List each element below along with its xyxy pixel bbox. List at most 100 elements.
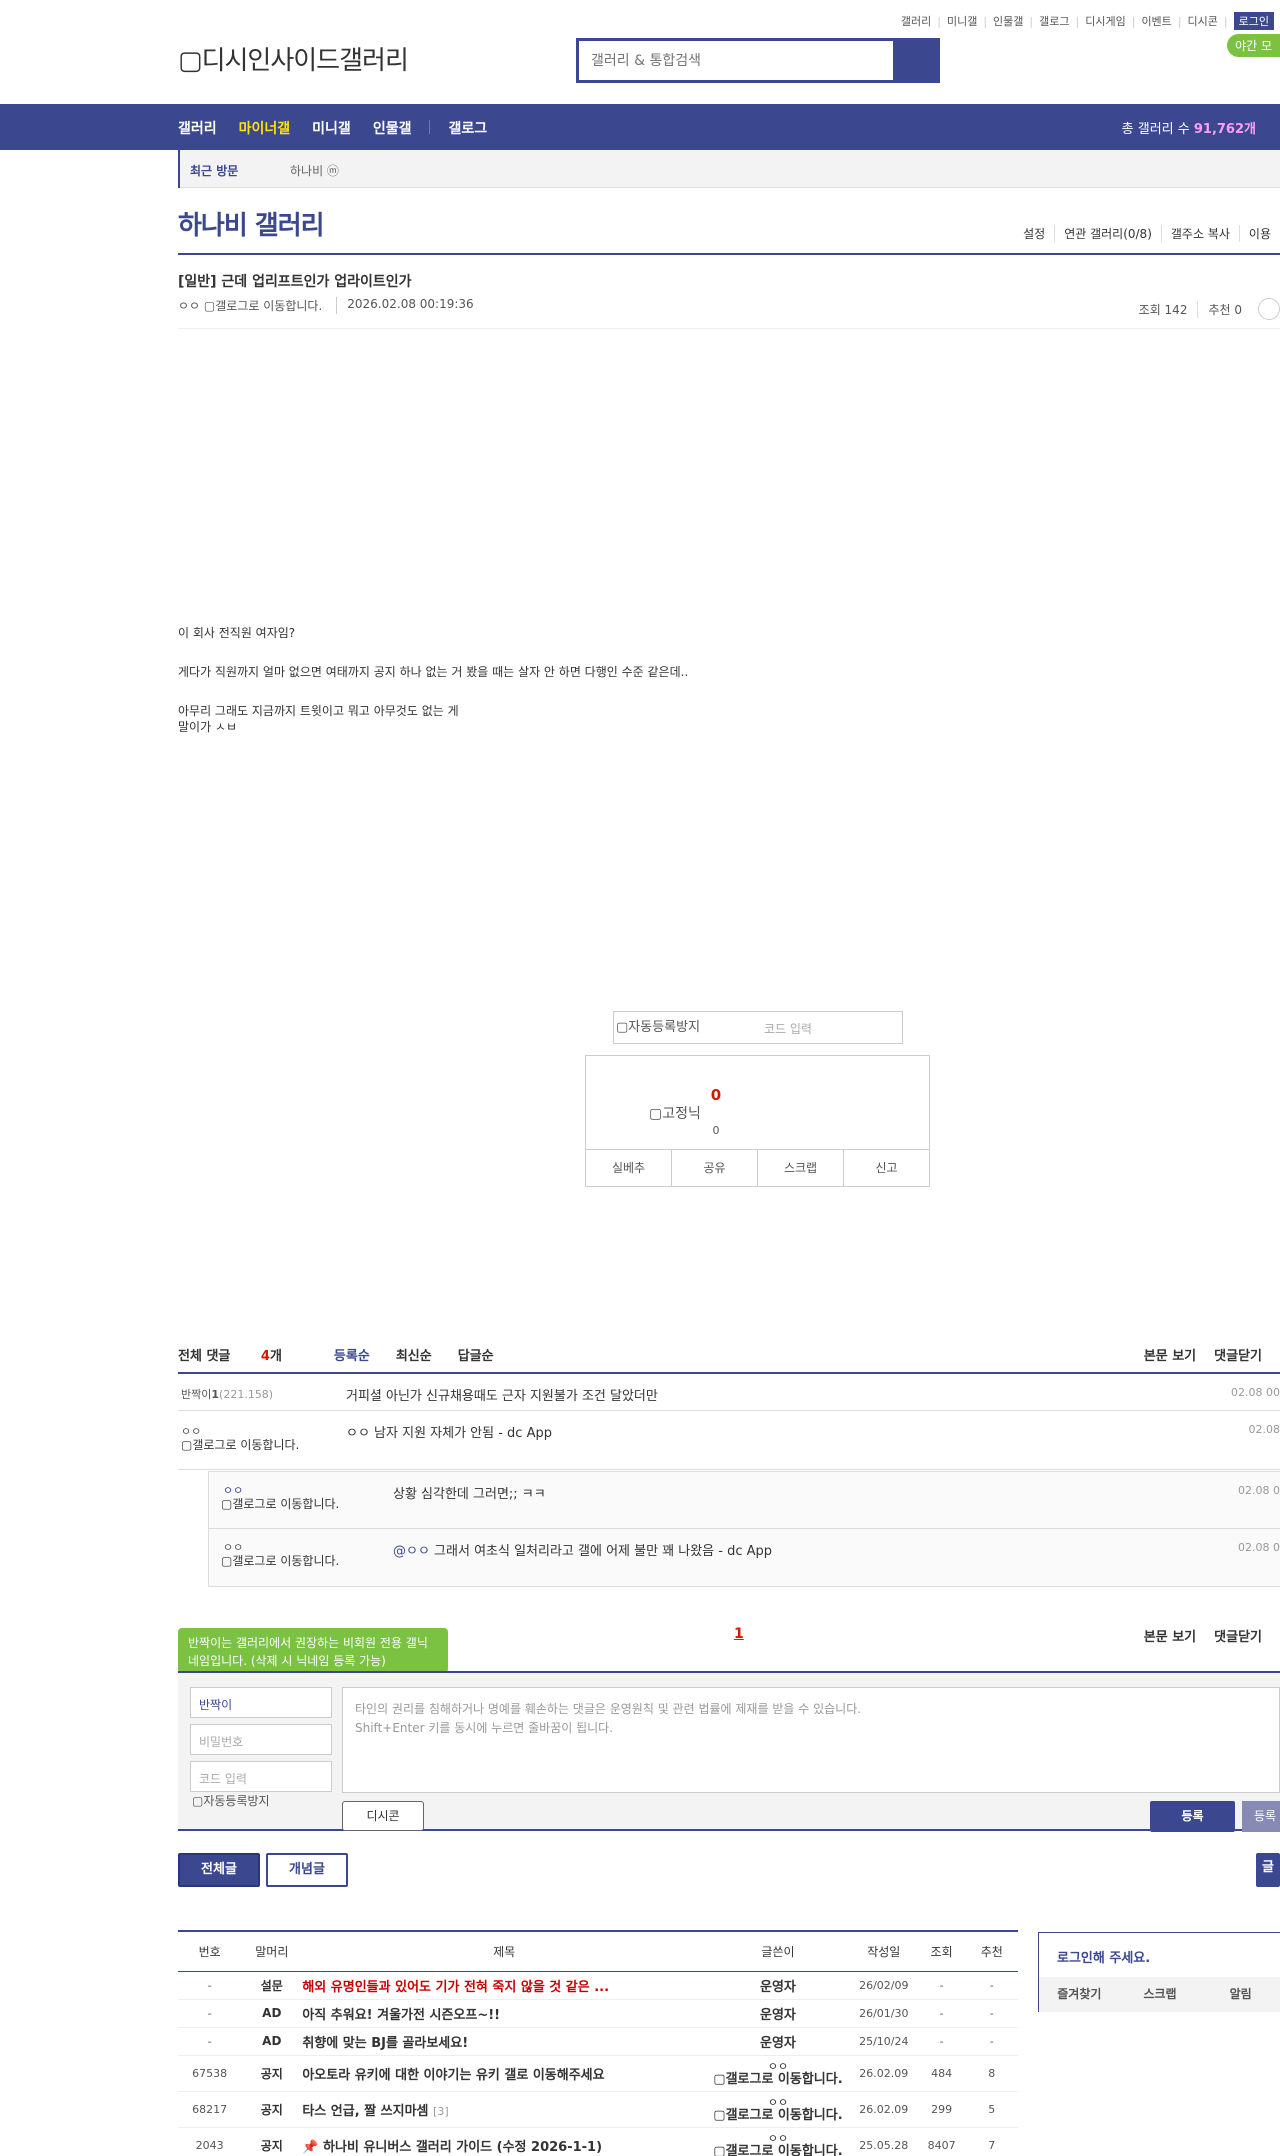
recent-visits: 최근 방문 하나비 ⓜ: [178, 150, 1280, 188]
comment-total: 전체 댓글 4개: [178, 1349, 282, 1364]
post-link[interactable]: 해외 유명인들과 있어도 기가 전혀 죽지 않을 것 같은 ...: [302, 1971, 706, 2000]
close-comments-button[interactable]: 댓글닫기: [1214, 1626, 1262, 1645]
captcha-input[interactable]: 코드 입력: [764, 1020, 812, 1037]
table-row[interactable]: 68217 공지 타스 언급, 짤 쓰지마셈 [3] ㅇㅇ ▢갤로그로 이동합니다.…: [178, 2091, 1018, 2128]
post-link[interactable]: 📌 하나비 유니버스 갤러리 가이드 (수정 2026-1-1): [302, 2127, 706, 2156]
post-info: ㅇㅇ ▢갤로그로 이동합니다. 2026.02.08 00:19:36: [178, 297, 474, 314]
post-link[interactable]: 취향에 맞는 BJ를 골라보세요!: [302, 2027, 706, 2056]
register-with-button[interactable]: 등록: [1242, 1801, 1280, 1832]
post-recommend: 추천 0: [1197, 300, 1252, 318]
view-post-button[interactable]: 본문 보기: [1144, 1626, 1196, 1645]
search-bar: [576, 38, 940, 83]
col-title: 제목: [302, 1930, 706, 1972]
comment-page-1[interactable]: 1: [734, 1626, 744, 1642]
site-logo[interactable]: ▢디시인사이드갤러리: [178, 40, 409, 77]
copy-address[interactable]: 갤주소 복사: [1160, 225, 1239, 242]
util-link-gallery[interactable]: 갤러리: [901, 13, 931, 29]
reply-text: @ㅇㅇ 그래서 여초식 일처리라고 갤에 어제 불만 꽤 나왔음 - dc Ap…: [393, 1544, 773, 1559]
scrap-button[interactable]: 스크랩: [757, 1149, 843, 1187]
reply-row: ㅇㅇ ▢갤로그로 이동합니다. 상황 심각한데 그러면;; ㅋㅋ 02.08 0: [208, 1471, 1280, 1529]
post-body-line: 이 회사 전직원 여자임?: [178, 626, 296, 640]
utility-nav: 갤러리 | 미니갤 | 인물갤 | 갤로그 | 디시게임 | 이벤트 | 디시콘 | 로그인: [901, 12, 1274, 30]
search-input[interactable]: [579, 41, 893, 80]
real-best-button[interactable]: 실베추: [585, 1149, 671, 1187]
login-prompt[interactable]: 로그인해 주세요.: [1057, 1947, 1150, 1966]
gallery-title[interactable]: 하나비 갤러리: [178, 205, 325, 242]
post-title: [일반] 근데 업리프트인가 업라이트인가: [178, 274, 412, 290]
table-row[interactable]: 67538 공지 아오토라 유키에 대한 이야기는 유키 갤로 이동해주세요 ㅇㅇ…: [178, 2055, 1018, 2092]
sort-latest[interactable]: 최신순: [396, 1345, 432, 1364]
search-button[interactable]: [893, 41, 937, 80]
register-button[interactable]: 등록: [1150, 1801, 1235, 1832]
scrap-list-button[interactable]: 스크랩: [1120, 1977, 1201, 2012]
col-views: 조회: [917, 1930, 966, 1972]
util-link-game[interactable]: 디시게임: [1085, 13, 1125, 29]
recent-item[interactable]: 하나비 ⓜ: [290, 162, 339, 179]
tab-all-posts[interactable]: 전체글: [178, 1853, 260, 1887]
util-link-mini[interactable]: 미니갤: [947, 13, 977, 29]
login-button[interactable]: 로그인: [1233, 12, 1274, 30]
share-button[interactable]: 공유: [671, 1149, 757, 1187]
gallog-icon[interactable]: ▢갤로그로 이동합니다.: [221, 1552, 351, 1569]
col-head: 말머리: [241, 1930, 303, 1972]
code-field[interactable]: 코드 입력: [190, 1761, 332, 1792]
post-link[interactable]: 아직 추워요! 겨울가전 시즌오프~!!: [302, 1999, 706, 2028]
table-row[interactable]: - AD 취향에 맞는 BJ를 골라보세요! 운영자 25/10/24- -: [178, 2027, 1018, 2056]
table-row[interactable]: 2043 공지 📌 하나비 유니버스 갤러리 가이드 (수정 2026-1-1) …: [178, 2127, 1018, 2156]
login-box: 로그인해 주세요. 즐겨찾기 스크랩 알림: [1038, 1932, 1280, 2012]
util-link-dccon[interactable]: 디시콘: [1188, 13, 1218, 29]
col-number: 번호: [178, 1930, 242, 1972]
write-button[interactable]: 글: [1256, 1853, 1280, 1887]
favorites-button[interactable]: 즐겨찾기: [1039, 1977, 1120, 2012]
gnb-mini[interactable]: 미니갤: [312, 118, 351, 138]
nickname-field[interactable]: 반짝이: [190, 1687, 332, 1718]
post-views: 조회 142: [1138, 302, 1188, 317]
more-icon[interactable]: [1258, 298, 1280, 320]
gnb-divider: [429, 120, 431, 134]
dccon-button[interactable]: 디시콘: [342, 1801, 424, 1831]
sort-replies[interactable]: 답글순: [458, 1345, 494, 1364]
util-link-person[interactable]: 인물갤: [993, 13, 1023, 29]
comment-nick[interactable]: 반짝이1(221.158): [181, 1386, 273, 1402]
post-link[interactable]: 타스 언급, 짤 쓰지마셈 [3]: [302, 2091, 706, 2128]
table-row[interactable]: - 설문 해외 유명인들과 있어도 기가 전혀 죽지 않을 것 같은 ... 운영…: [178, 1971, 1018, 2000]
post-body-line: 말이가 ㅅㅂ: [178, 720, 238, 734]
util-link-event[interactable]: 이벤트: [1141, 13, 1171, 29]
comment-date: 02.08: [1248, 1423, 1280, 1436]
gallery-menu: 설정 연관 갤러리(0/8) 갤주소 복사 이용: [1014, 225, 1280, 242]
sort-registered[interactable]: 등록순: [334, 1345, 370, 1364]
gnb-gallery[interactable]: 갤러리: [178, 118, 217, 138]
comment-row: 반짝이1(221.158) 거피셜 아닌가 신규채용때도 근자 지원불가 조건 …: [178, 1374, 1280, 1411]
comment-date: 02.08 00: [1231, 1386, 1280, 1399]
col-recommend: 추천: [965, 1930, 1018, 1972]
related-galleries[interactable]: 연관 갤러리(0/8): [1054, 225, 1161, 242]
global-nav: 갤러리 마이너갤 미니갤 인물갤 갤로그 총 갤러리 수 91,762개: [0, 104, 1280, 150]
gnb-gallog[interactable]: 갤로그: [448, 118, 487, 138]
gallog-icon[interactable]: ▢갤로그로 이동합니다.: [221, 1495, 351, 1512]
gallog-icon[interactable]: ▢갤로그로 이동합니다.: [204, 297, 322, 314]
comment-write-box: 반짝이 비밀번호 코드 입력 ▢자동등록방지 타인의 권리를 침해하거나 명예를…: [178, 1671, 1280, 1832]
post-body-line: 아무리 그래도 지금까지 트윗이고 뭐고 아무것도 없는 게: [178, 704, 459, 718]
comment-textarea[interactable]: 타인의 권리를 침해하거나 명예를 훼손하는 댓글은 운영원칙 및 관련 법률에…: [342, 1687, 1280, 1793]
usage[interactable]: 이용: [1238, 225, 1280, 242]
night-mode-toggle[interactable]: 야간 모: [1227, 34, 1280, 57]
util-link-gallog[interactable]: 갤로그: [1039, 13, 1069, 29]
captcha-image: ▢자동등록방지: [192, 1794, 270, 1808]
nickname-tooltip: 반짝이는 갤러리에서 권장하는 비회원 전용 갤닉네임입니다. (삭제 시 닉네…: [178, 1628, 448, 1673]
gnb-person[interactable]: 인물갤: [373, 118, 412, 138]
gallog-icon[interactable]: ▢갤로그로 이동합니다.: [181, 1436, 311, 1453]
post-link[interactable]: 아오토라 유키에 대한 이야기는 유키 갤로 이동해주세요: [302, 2055, 706, 2092]
reply-text: 상황 심각한데 그러면;; ㅋㅋ: [393, 1487, 546, 1502]
table-row[interactable]: - AD 아직 추워요! 겨울가전 시즌오프~!! 운영자 26/01/30- -: [178, 1999, 1018, 2028]
view-post-button[interactable]: 본문 보기: [1144, 1345, 1196, 1364]
tab-concept-posts[interactable]: 개념글: [266, 1853, 348, 1887]
notifications-button[interactable]: 알림: [1200, 1977, 1280, 2012]
gallery-settings[interactable]: 설정: [1014, 225, 1054, 242]
close-comments-button[interactable]: 댓글닫기: [1214, 1345, 1262, 1364]
password-field[interactable]: 비밀번호: [190, 1724, 332, 1755]
gnb-minor[interactable]: 마이너갤: [239, 118, 291, 138]
report-button[interactable]: 신고: [843, 1149, 930, 1187]
recommend-button[interactable]: ▢고정닉: [649, 1103, 701, 1123]
post-author[interactable]: ㅇㅇ: [178, 297, 200, 314]
logo-alt-text: 디시인사이드갤러리: [201, 46, 409, 76]
